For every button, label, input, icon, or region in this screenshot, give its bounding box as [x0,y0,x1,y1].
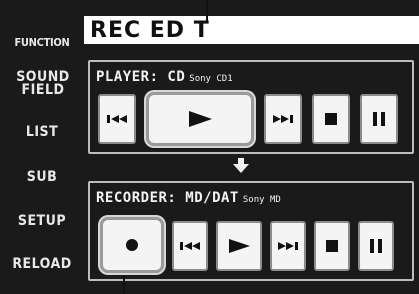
recorder-previous-button[interactable] [172,221,208,271]
player-pause-button[interactable] [360,94,398,144]
recorder-record-button[interactable] [100,217,164,273]
callout-line-top [206,0,208,22]
sidebar-item-setup[interactable]: SETUP [2,214,82,228]
recorder-play-button[interactable] [216,221,262,271]
sidebar-item-sound-field[interactable]: SOUND FIELD [14,70,72,97]
touch-screen: FUNCTION SOUND FIELD LIST SUB SETUP RELO… [0,0,419,294]
recorder-model: Sony MD [242,195,281,205]
arrow-down-icon [233,158,249,173]
player-play-button[interactable] [146,92,254,146]
play-icon [229,239,250,253]
player-stop-button[interactable] [312,94,350,144]
page-title: REC ED T [90,18,210,43]
player-label: PLAYER: CD [96,69,186,85]
record-icon [126,239,138,251]
sidebar-item-sub[interactable]: SUB [2,170,82,184]
recorder-stop-button[interactable] [314,221,350,271]
recorder-label: RECORDER: MD/DAT [96,190,239,206]
recorder-next-button[interactable] [270,221,306,271]
skip-forward-icon [273,115,293,123]
pause-icon [373,112,385,126]
sidebar: FUNCTION SOUND FIELD LIST SUB SETUP RELO… [0,0,84,294]
sidebar-item-function[interactable]: FUNCTION [2,36,82,49]
title-bar: REC ED T [84,16,419,44]
skip-back-icon [180,242,200,250]
recorder-header: RECORDER: MD/DAT Sony MD [96,187,281,206]
skip-forward-icon [278,242,298,250]
recorder-panel: RECORDER: MD/DAT Sony MD [88,181,414,281]
callout-line-bottom [123,275,125,294]
callout-line-top-cap [206,0,220,2]
player-header: PLAYER: CD Sony CD1 [96,66,233,85]
player-model: Sony CD1 [189,74,233,84]
player-panel: PLAYER: CD Sony CD1 [88,60,414,154]
stop-icon [326,240,338,252]
player-next-button[interactable] [264,94,302,144]
recorder-pause-button[interactable] [358,221,394,271]
skip-back-icon [107,115,127,123]
play-icon [189,111,212,127]
stop-icon [325,113,337,125]
sidebar-item-reload[interactable]: RELOAD [2,257,82,271]
player-previous-button[interactable] [98,94,136,144]
sidebar-item-list[interactable]: LIST [2,125,82,139]
pause-icon [370,239,382,253]
